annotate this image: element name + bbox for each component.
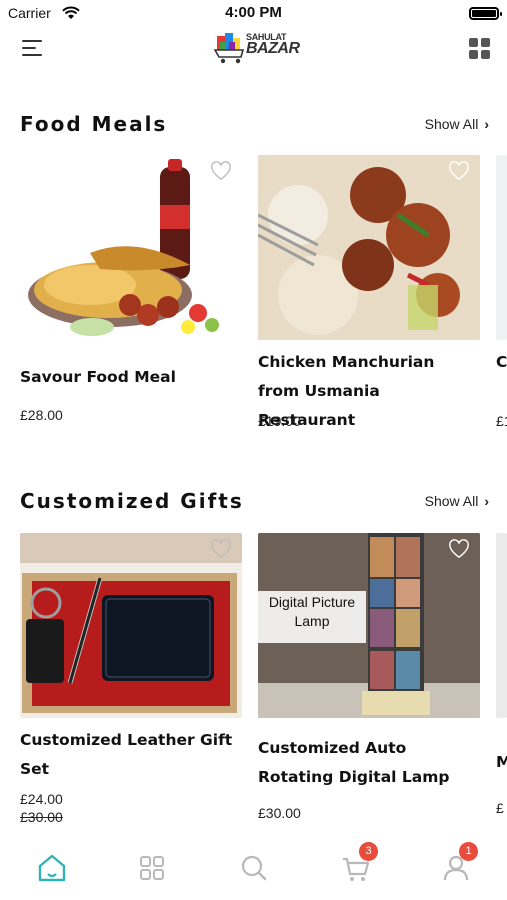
product-image xyxy=(496,533,507,718)
show-all-food-button[interactable]: Show All › xyxy=(425,116,489,132)
product-old-price: £30.00 xyxy=(20,809,63,825)
categories-icon xyxy=(140,856,164,880)
grid-view-button[interactable] xyxy=(469,38,491,60)
product-image: Digital Picture Lamp xyxy=(258,533,480,718)
clock: 4:00 PM xyxy=(225,4,282,21)
product-image xyxy=(20,155,242,340)
section-title: Food Meals xyxy=(20,112,168,136)
profile-badge: 1 xyxy=(459,842,478,861)
tab-cart[interactable]: 3 xyxy=(336,842,378,888)
customized-gifts-section-header: Customized Gifts Show All › xyxy=(0,489,507,519)
show-all-gifts-button[interactable]: Show All › xyxy=(425,493,489,509)
battery-icon xyxy=(469,7,502,20)
product-image xyxy=(20,533,242,718)
product-price: £19.00 xyxy=(258,413,301,429)
heart-icon[interactable] xyxy=(448,539,470,559)
status-bar: Carrier 4:00 PM xyxy=(0,0,507,28)
image-caption: Digital Picture Lamp xyxy=(268,594,356,629)
section-title: Customized Gifts xyxy=(20,489,244,513)
product-price: £1 xyxy=(496,413,507,429)
product-price: £ xyxy=(496,800,504,816)
heart-icon[interactable] xyxy=(448,161,470,181)
product-name: Customized Leather Gift Set xyxy=(20,731,233,778)
tab-search[interactable] xyxy=(234,848,274,888)
app-header: SAHULAT BAZAR xyxy=(0,28,507,72)
product-price: £24.00 xyxy=(20,791,63,807)
product-name: M xyxy=(496,753,507,771)
shopping-cart-logo-icon xyxy=(213,33,245,64)
chevron-right-icon: › xyxy=(484,116,489,132)
product-card[interactable]: M £ xyxy=(496,533,507,823)
menu-button[interactable] xyxy=(22,38,44,58)
product-price: £28.00 xyxy=(20,407,63,423)
home-icon xyxy=(38,854,66,882)
app-logo: SAHULAT BAZAR xyxy=(213,30,300,66)
heart-icon[interactable] xyxy=(210,539,232,559)
product-name: Customized Auto Rotating Digital Lamp xyxy=(258,739,450,786)
food-meals-section-header: Food Meals Show All › xyxy=(0,112,507,142)
show-all-label: Show All xyxy=(424,116,479,132)
product-name: C U xyxy=(496,353,507,371)
search-icon xyxy=(241,855,267,881)
product-image xyxy=(496,155,507,340)
product-name: Savour Food Meal xyxy=(20,368,176,386)
tab-categories[interactable] xyxy=(132,848,172,888)
chevron-right-icon: › xyxy=(484,493,489,509)
product-price: £30.00 xyxy=(258,805,301,821)
tab-profile[interactable]: 1 xyxy=(436,842,478,888)
tab-home[interactable] xyxy=(32,848,72,888)
heart-icon[interactable] xyxy=(210,161,232,181)
bottom-tab-bar: 3 1 xyxy=(0,838,507,900)
logo-text-big: BAZAR xyxy=(246,40,300,57)
cart-badge: 3 xyxy=(359,842,378,861)
show-all-label: Show All xyxy=(424,493,479,509)
product-image xyxy=(258,155,480,340)
product-card[interactable]: C U £1 xyxy=(496,155,507,445)
